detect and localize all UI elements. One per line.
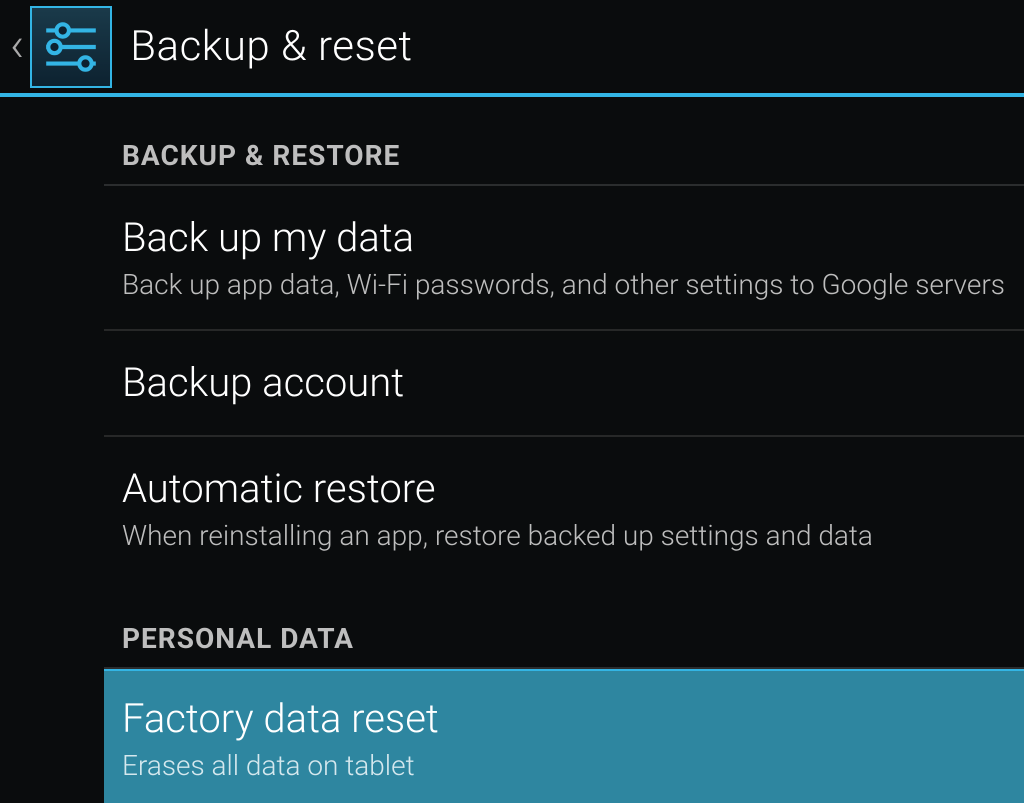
section-header-backup-restore: BACKUP & RESTORE (104, 97, 1024, 186)
sliders-icon[interactable] (30, 6, 112, 88)
item-backup-my-data[interactable]: Back up my data Back up app data, Wi-Fi … (104, 186, 1024, 331)
app-header: ‹ Backup & reset (0, 0, 1024, 97)
item-title: Back up my data (122, 214, 1024, 262)
settings-list: BACKUP & RESTORE Back up my data Back up… (0, 97, 1024, 803)
back-icon[interactable]: ‹ (10, 21, 24, 69)
item-title: Factory data reset (122, 695, 1024, 743)
item-title: Automatic restore (122, 465, 1024, 513)
item-subtitle: When reinstalling an app, restore backed… (122, 519, 1024, 552)
section-header-personal-data: PERSONAL DATA (104, 580, 1024, 669)
page-title: Backup & reset (130, 22, 412, 71)
item-title: Backup account (122, 359, 1024, 407)
item-subtitle: Erases all data on tablet (122, 749, 1024, 782)
item-subtitle: Back up app data, Wi-Fi passwords, and o… (122, 268, 1024, 301)
item-factory-data-reset[interactable]: Factory data reset Erases all data on ta… (104, 669, 1024, 803)
item-backup-account[interactable]: Backup account (104, 331, 1024, 437)
item-automatic-restore[interactable]: Automatic restore When reinstalling an a… (104, 437, 1024, 580)
